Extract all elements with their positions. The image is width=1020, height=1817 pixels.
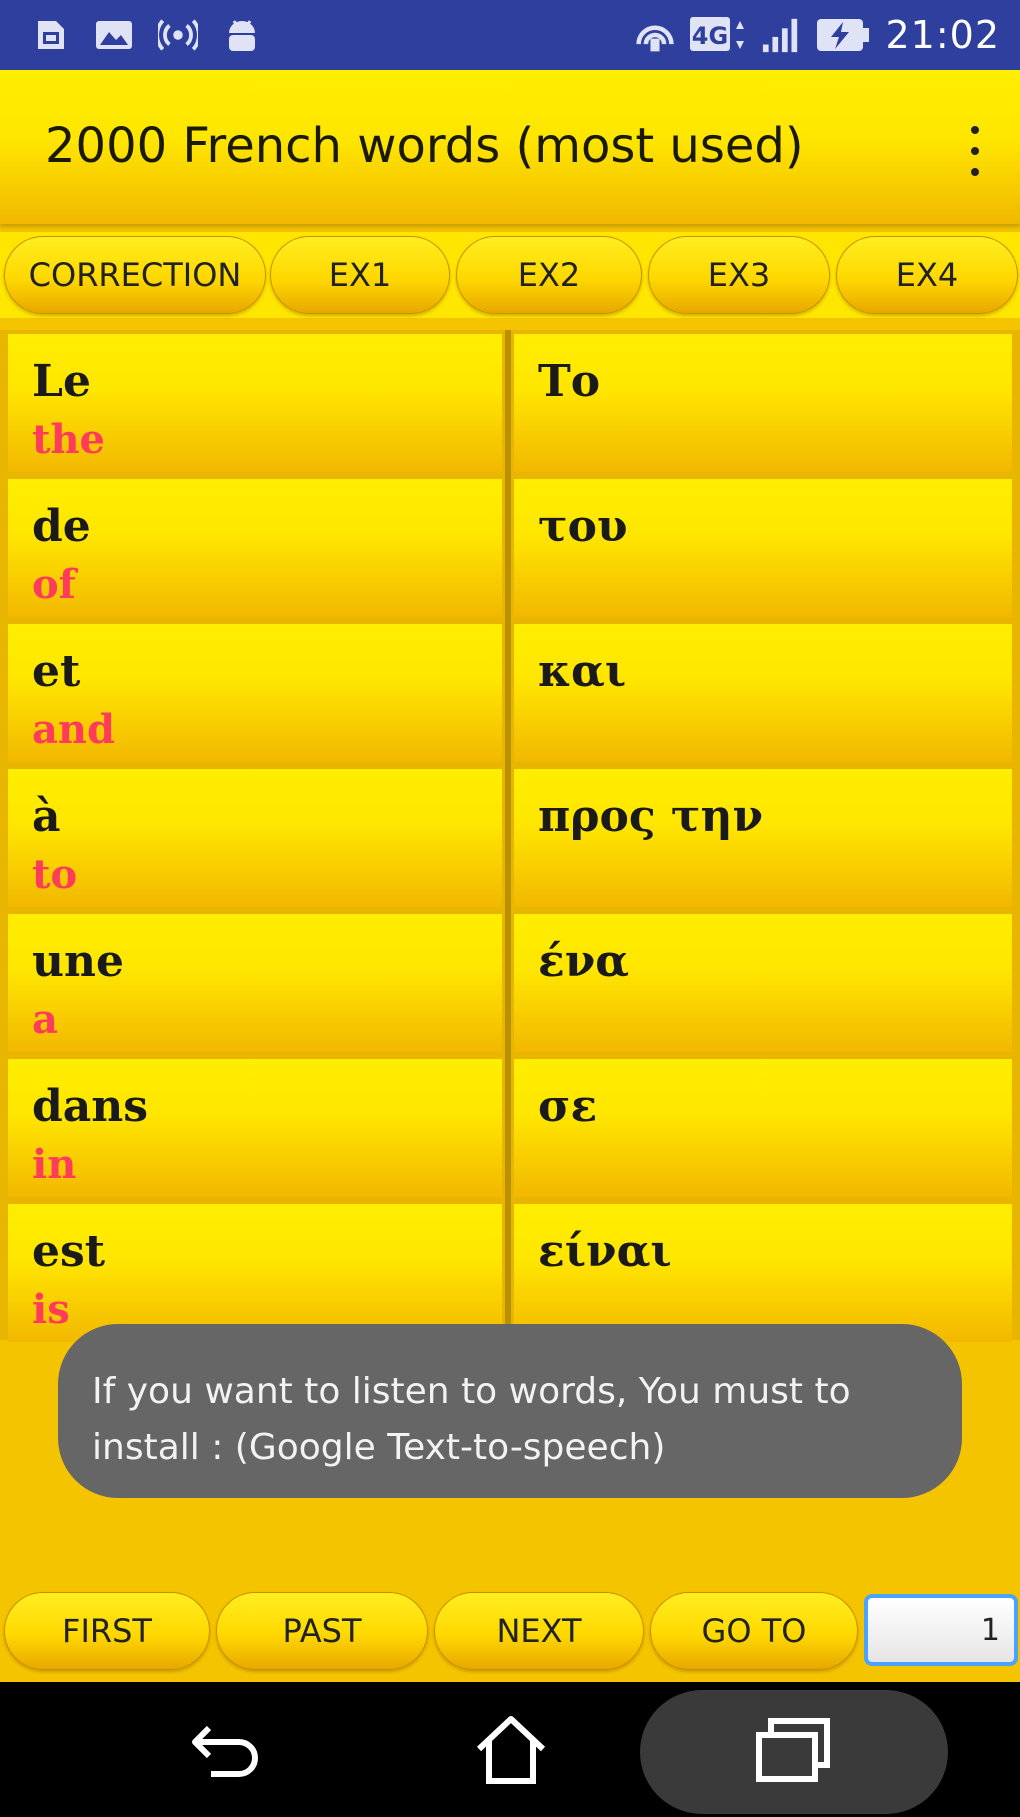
first-button[interactable]: FIRST [4,1592,210,1670]
english-translation: to [32,851,78,898]
past-button[interactable]: PAST [216,1592,428,1670]
english-translation: of [32,561,76,608]
more-vert-icon[interactable] [960,126,990,176]
go-to-button[interactable]: GO TO [650,1592,858,1670]
ex4-button[interactable]: EX4 [836,236,1018,314]
app-title: 2000 French words (most used) [45,118,804,174]
ex3-button[interactable]: EX3 [648,236,830,314]
greek-translation: Το [538,356,601,407]
menu-dot [971,168,979,176]
greek-translation: ένα [538,936,630,987]
clock: 21:02 [885,13,1000,57]
system-icons: 4G 21:02 [635,12,1000,58]
toast-message: If you want to listen to words, You must… [58,1324,962,1498]
recents-icon[interactable] [748,1704,838,1794]
greek-word-cell[interactable]: του [514,479,1012,617]
greek-translation: προς την [538,791,764,842]
home-icon[interactable] [466,1704,556,1794]
svg-text:4G: 4G [692,22,728,50]
french-word: dans [32,1081,149,1132]
page-number-input[interactable] [864,1594,1018,1666]
status-bar: 4G 21:02 [0,0,1020,70]
greek-translation: σε [538,1081,598,1132]
battery-charging-icon [815,16,871,54]
greek-word-cell[interactable]: προς την [514,769,1012,907]
system-navigation-bar [0,1682,1020,1817]
french-word-cell[interactable]: une a [8,914,502,1052]
greek-translation: του [538,501,628,552]
french-word-cell[interactable]: Le the [8,334,502,472]
greek-word-cell[interactable]: σε [514,1059,1012,1197]
greek-word-cell[interactable]: Το [514,334,1012,472]
french-word: est [32,1226,106,1277]
greek-word-cell[interactable]: ένα [514,914,1012,1052]
ex2-button[interactable]: EX2 [456,236,642,314]
correction-button[interactable]: CORRECTION [4,236,266,314]
network-4g-icon: 4G [689,16,747,54]
image-icon [94,16,134,54]
menu-dot [971,147,979,155]
column-divider [505,330,511,1340]
word-list: Le the Το de of του et and και à to προς… [0,330,1020,1342]
english-translation: in [32,1141,77,1188]
pagination-bar: FIRST PAST NEXT GO TO [0,1588,1020,1674]
greek-translation: είναι [538,1226,672,1277]
back-icon[interactable] [182,1704,272,1794]
french-word: une [32,936,124,987]
next-button[interactable]: NEXT [434,1592,644,1670]
english-translation: a [32,996,58,1043]
french-word: de [32,501,91,552]
english-translation: is [32,1286,70,1333]
notification-icons [30,14,262,56]
toast-text: If you want to listen to words, You must… [92,1371,851,1468]
greek-word-cell[interactable]: είναι [514,1204,1012,1342]
app-bar: 2000 French words (most used) [0,70,1020,224]
signal-icon [761,16,801,54]
english-translation: the [32,416,106,463]
french-word-cell[interactable]: est is [8,1204,502,1342]
french-word-cell[interactable]: et and [8,624,502,762]
ex1-button[interactable]: EX1 [270,236,450,314]
sim-card-icon [30,16,70,54]
french-word-cell[interactable]: à to [8,769,502,907]
french-word: Le [32,356,91,407]
hotspot-icon [635,16,675,54]
english-translation: and [32,706,115,753]
french-word-cell[interactable]: dans in [8,1059,502,1197]
menu-dot [971,126,979,134]
french-word: à [32,791,61,842]
french-word: et [32,646,81,697]
exercise-tabs: CORRECTION EX1 EX2 EX3 EX4 [0,232,1020,318]
android-icon [222,16,262,54]
french-word-cell[interactable]: de of [8,479,502,617]
greek-word-cell[interactable]: και [514,624,1012,762]
broadcast-icon [158,16,198,54]
greek-translation: και [538,646,627,697]
